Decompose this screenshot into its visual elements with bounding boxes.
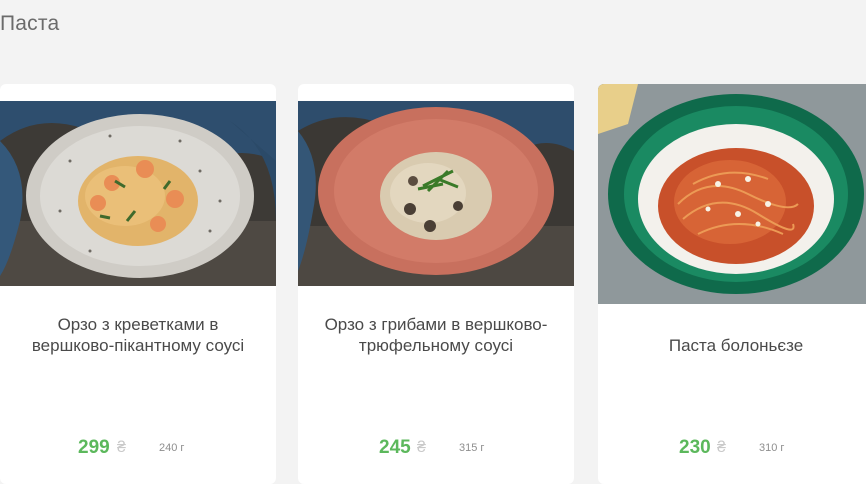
price-row: 230 ₴ 310 г — [598, 437, 866, 461]
product-name[interactable]: Орзо з креветками в вершково-пікантному … — [18, 314, 258, 356]
product-weight: 315 г — [459, 442, 485, 454]
product-weight: 310 г — [759, 442, 785, 454]
product-price: 299 — [78, 437, 110, 458]
pasta-bolognese-dish-photo[interactable] — [598, 84, 866, 304]
product-card[interactable]: Орзо з креветками в вершково-пікантному … — [0, 84, 276, 484]
product-card[interactable]: Орзо з грибами в вершково-трюфельному со… — [298, 84, 574, 484]
currency-sign: ₴ — [717, 439, 726, 456]
orzo-shrimp-dish-photo[interactable] — [0, 101, 276, 286]
product-weight: 240 г — [159, 442, 185, 454]
product-name[interactable]: Паста болоньєзе — [616, 335, 856, 356]
product-price: 245 — [379, 437, 411, 458]
price-row: 299 ₴ 240 г — [0, 437, 276, 461]
section-title: Паста — [0, 12, 60, 35]
product-card[interactable]: Паста болоньєзе 230 ₴ 310 г — [598, 84, 866, 484]
product-price: 230 — [679, 437, 711, 458]
orzo-mushroom-dish-photo[interactable] — [298, 101, 574, 286]
currency-sign: ₴ — [117, 439, 126, 456]
currency-sign: ₴ — [417, 439, 426, 456]
price-row: 245 ₴ 315 г — [298, 437, 574, 461]
product-name[interactable]: Орзо з грибами в вершково-трюфельному со… — [316, 314, 556, 356]
